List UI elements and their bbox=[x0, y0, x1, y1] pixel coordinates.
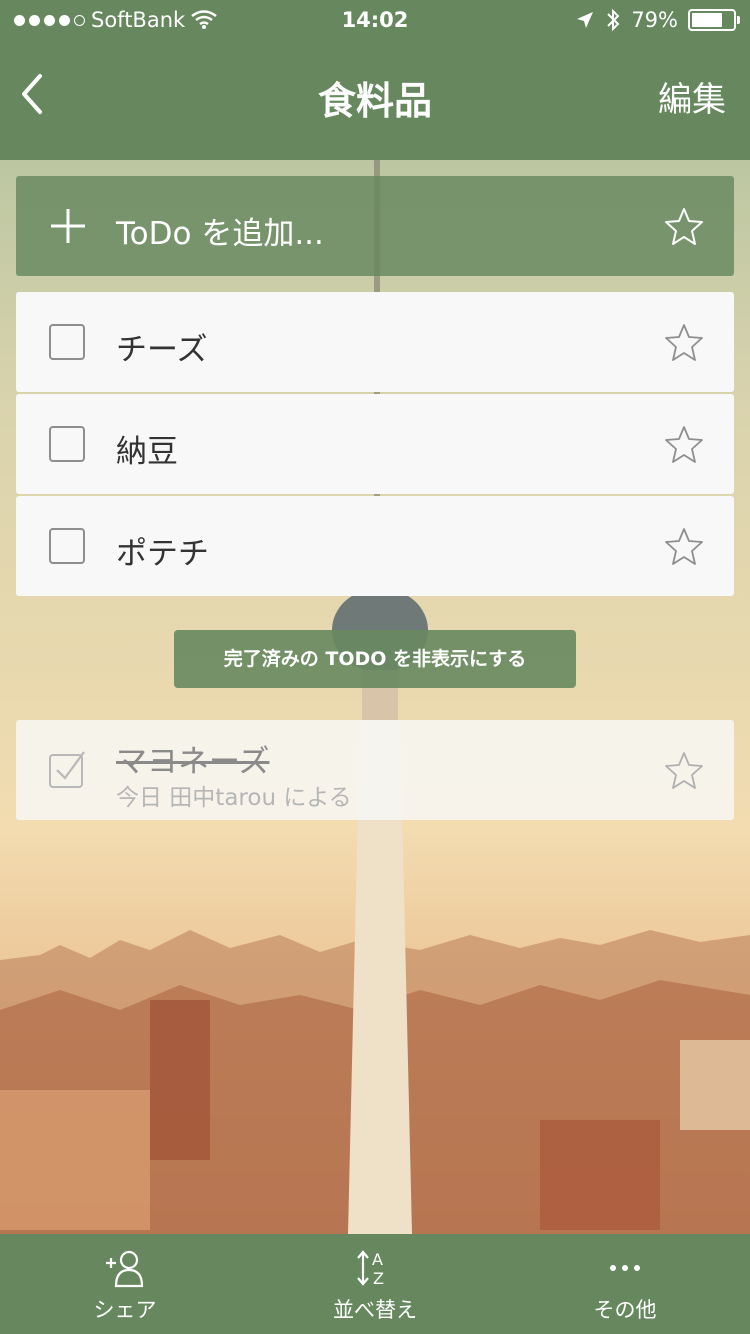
completed-task-row[interactable]: マヨネーズ 今日 田中tarou による bbox=[16, 720, 734, 820]
sort-az-icon: A Z bbox=[357, 1250, 384, 1288]
status-right: 79% bbox=[575, 8, 740, 32]
add-person-icon bbox=[106, 1250, 144, 1288]
edit-button[interactable]: 編集 bbox=[658, 72, 726, 121]
share-label: シェア bbox=[93, 1298, 157, 1322]
battery-icon bbox=[688, 9, 740, 31]
more-button[interactable]: その他 bbox=[545, 1234, 705, 1334]
battery-percent: 79% bbox=[631, 8, 678, 32]
task-row[interactable]: チーズ bbox=[16, 292, 734, 392]
battery-level-fill bbox=[692, 13, 722, 27]
task-title: 納豆 bbox=[116, 434, 178, 470]
task-checkbox[interactable] bbox=[49, 324, 85, 360]
star-icon[interactable] bbox=[664, 424, 704, 464]
hide-completed-button[interactable]: 完了済みの TODO を非表示にする bbox=[174, 630, 576, 688]
task-checkbox[interactable] bbox=[49, 528, 85, 564]
task-title: ポテチ bbox=[116, 536, 209, 572]
plus-icon bbox=[51, 209, 85, 243]
bottom-toolbar: シェア A Z 並べ替え その他 bbox=[0, 1234, 750, 1334]
svg-text:Z: Z bbox=[373, 1269, 384, 1288]
navigation-bar: 食料品 編集 bbox=[0, 42, 750, 160]
more-dots-icon bbox=[610, 1265, 640, 1271]
task-row[interactable]: 納豆 bbox=[16, 394, 734, 494]
bluetooth-icon bbox=[607, 8, 620, 32]
page-title: 食料品 bbox=[317, 79, 432, 123]
star-icon[interactable] bbox=[664, 750, 704, 790]
status-bar: SoftBank 14:02 79% bbox=[0, 0, 750, 42]
task-title: チーズ bbox=[116, 332, 208, 368]
sort-button[interactable]: A Z 並べ替え bbox=[295, 1234, 455, 1334]
completed-task-title: マヨネーズ bbox=[116, 744, 270, 780]
checked-checkbox-icon[interactable] bbox=[49, 750, 87, 788]
sort-label: 並べ替え bbox=[333, 1298, 417, 1322]
share-button[interactable]: シェア bbox=[45, 1234, 205, 1334]
star-icon[interactable] bbox=[664, 206, 704, 246]
add-todo-label: ToDo を追加... bbox=[116, 216, 324, 252]
star-icon[interactable] bbox=[664, 322, 704, 362]
location-arrow-icon bbox=[577, 12, 594, 28]
task-checkbox[interactable] bbox=[49, 426, 85, 462]
top-bar: SoftBank 14:02 79% 食料品 編集 bbox=[0, 0, 750, 160]
task-row[interactable]: ポテチ bbox=[16, 496, 734, 596]
more-label: その他 bbox=[593, 1298, 657, 1322]
svg-text:A: A bbox=[372, 1250, 383, 1269]
star-icon[interactable] bbox=[664, 526, 704, 566]
completed-task-meta: 今日 田中tarou による bbox=[116, 785, 352, 811]
add-todo-row[interactable]: ToDo を追加... bbox=[16, 176, 734, 276]
